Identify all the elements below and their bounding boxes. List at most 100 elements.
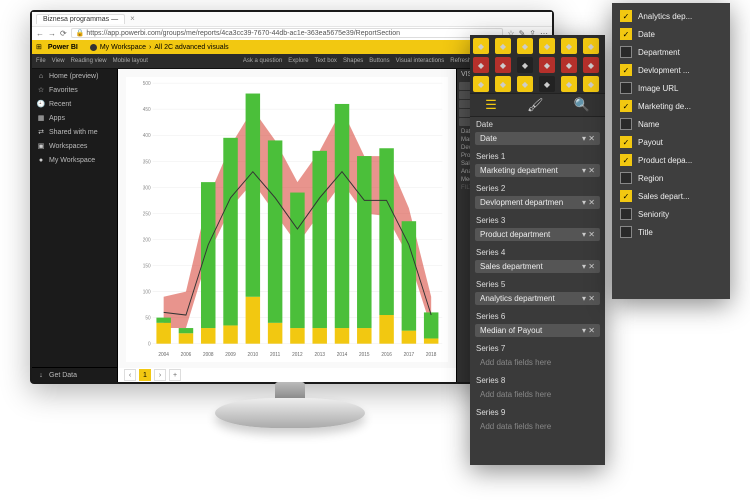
- fields-tab-icon[interactable]: ☰: [485, 97, 497, 113]
- format-tab-icon[interactable]: 🖌: [527, 97, 544, 113]
- chevron-down-icon[interactable]: ▾ ✕: [582, 198, 595, 207]
- nav-item[interactable]: ●My Workspace: [32, 153, 117, 167]
- field-list-item[interactable]: Title: [612, 223, 730, 241]
- field-well-value[interactable]: Analytics department▾ ✕: [475, 292, 600, 305]
- viz-gallery-icon[interactable]: ◆: [473, 38, 489, 54]
- field-list-item[interactable]: Seniority: [612, 205, 730, 223]
- field-well-value[interactable]: Add data fields here: [475, 420, 600, 433]
- viz-gallery-icon[interactable]: ◆: [517, 57, 533, 73]
- viz-gallery-icon[interactable]: ◆: [517, 38, 533, 54]
- refresh-icon[interactable]: ⟳: [60, 29, 67, 38]
- viz-gallery-icon[interactable]: ◆: [495, 57, 511, 73]
- add-page-button[interactable]: +: [169, 369, 181, 381]
- explore-button[interactable]: Explore: [288, 58, 308, 64]
- nav-item[interactable]: 🕘Recent: [32, 97, 117, 111]
- viz-gallery-icon[interactable]: ◆: [561, 76, 577, 92]
- analytics-tab-icon[interactable]: 🔍: [574, 97, 590, 113]
- field-list-item[interactable]: ✓Analytics dep...: [612, 7, 730, 25]
- mobile-layout-button[interactable]: Mobile layout: [113, 58, 148, 64]
- field-list-item[interactable]: ✓Sales depart...: [612, 187, 730, 205]
- nav-item[interactable]: ⇄Shared with me: [32, 125, 117, 139]
- checkbox-icon[interactable]: [620, 226, 632, 238]
- tab-close-icon[interactable]: ×: [127, 14, 138, 23]
- url-bar[interactable]: 🔒 https://app.powerbi.com/groups/me/repo…: [71, 28, 504, 38]
- checkbox-icon[interactable]: ✓: [620, 190, 632, 202]
- nav-item[interactable]: ▦Apps: [32, 111, 117, 125]
- chevron-down-icon[interactable]: ▾ ✕: [582, 230, 595, 239]
- checkbox-icon[interactable]: ✓: [620, 64, 632, 76]
- viz-gallery-icon[interactable]: ◆: [561, 57, 577, 73]
- chevron-down-icon[interactable]: ▾ ✕: [582, 166, 595, 175]
- viz-gallery-icon[interactable]: ◆: [583, 38, 599, 54]
- nav-item[interactable]: ⌂Home (preview): [32, 69, 117, 83]
- file-menu[interactable]: File: [36, 58, 46, 64]
- page-1-button[interactable]: 1: [139, 369, 151, 381]
- field-list-item[interactable]: ✓Date: [612, 25, 730, 43]
- view-menu[interactable]: View: [52, 58, 65, 64]
- checkbox-icon[interactable]: ✓: [620, 136, 632, 148]
- field-list-item[interactable]: ✓Payout: [612, 133, 730, 151]
- checkbox-icon[interactable]: ✓: [620, 100, 632, 112]
- field-label: Image URL: [638, 84, 678, 93]
- prev-page-button[interactable]: ‹: [124, 369, 136, 381]
- field-list-item[interactable]: Department: [612, 43, 730, 61]
- viz-gallery-icon[interactable]: ◆: [539, 76, 555, 92]
- checkbox-icon[interactable]: [620, 172, 632, 184]
- refresh-button[interactable]: Refresh: [450, 58, 471, 64]
- field-well-value[interactable]: Product department▾ ✕: [475, 228, 600, 241]
- chevron-down-icon[interactable]: ▾ ✕: [582, 294, 595, 303]
- checkbox-icon[interactable]: ✓: [620, 154, 632, 166]
- waffle-icon[interactable]: ⊞: [36, 43, 42, 51]
- workspace-crumb[interactable]: My Workspace: [100, 44, 146, 51]
- checkbox-icon[interactable]: [620, 46, 632, 58]
- nav-item[interactable]: ▣Workspaces: [32, 139, 117, 153]
- viz-gallery-icon[interactable]: ◆: [561, 38, 577, 54]
- chevron-down-icon[interactable]: ▾ ✕: [582, 134, 595, 143]
- checkbox-icon[interactable]: ✓: [620, 10, 632, 22]
- get-data-button[interactable]: ↓Get Data: [32, 367, 117, 382]
- report-canvas[interactable]: 0501001502002503003504004505002004200620…: [118, 69, 456, 382]
- field-well-value[interactable]: Marketing department▾ ✕: [475, 164, 600, 177]
- field-list-item[interactable]: Region: [612, 169, 730, 187]
- back-icon[interactable]: ←: [36, 29, 44, 38]
- field-list-item[interactable]: Image URL: [612, 79, 730, 97]
- forward-icon[interactable]: →: [48, 29, 56, 38]
- checkbox-icon[interactable]: [620, 82, 632, 94]
- shapes-button[interactable]: Shapes: [343, 58, 363, 64]
- viz-gallery-icon[interactable]: ◆: [539, 38, 555, 54]
- field-well-value[interactable]: Median of Payout▾ ✕: [475, 324, 600, 337]
- field-well-value[interactable]: Sales department▾ ✕: [475, 260, 600, 273]
- next-page-button[interactable]: ›: [154, 369, 166, 381]
- viz-gallery-icon[interactable]: ◆: [583, 76, 599, 92]
- checkbox-icon[interactable]: [620, 208, 632, 220]
- chevron-down-icon[interactable]: ▾ ✕: [582, 326, 595, 335]
- field-list-item[interactable]: ✓Marketing de...: [612, 97, 730, 115]
- viz-gallery-icon[interactable]: ◆: [495, 76, 511, 92]
- checkbox-icon[interactable]: [620, 118, 632, 130]
- combo-chart-visual[interactable]: 0501001502002503003504004505002004200620…: [126, 77, 448, 362]
- checkbox-icon[interactable]: ✓: [620, 28, 632, 40]
- browser-tab[interactable]: Biznesa programmas —: [36, 14, 125, 24]
- viz-gallery-icon[interactable]: ◆: [517, 76, 533, 92]
- chevron-down-icon[interactable]: ▾ ✕: [582, 262, 595, 271]
- viz-gallery-icon[interactable]: ◆: [473, 57, 489, 73]
- field-list-item[interactable]: Name: [612, 115, 730, 133]
- field-well-value[interactable]: Date▾ ✕: [475, 132, 600, 145]
- visual-interactions-button[interactable]: Visual interactions: [396, 58, 445, 64]
- textbox-button[interactable]: Text box: [315, 58, 337, 64]
- viz-gallery-icon[interactable]: ◆: [495, 38, 511, 54]
- viz-gallery-icon[interactable]: ◆: [473, 76, 489, 92]
- field-list-item[interactable]: ✓Devlopment ...: [612, 61, 730, 79]
- viz-gallery-icon[interactable]: ◆: [539, 57, 555, 73]
- field-list-item[interactable]: ✓Product depa...: [612, 151, 730, 169]
- reading-view-button[interactable]: Reading view: [71, 58, 107, 64]
- viz-gallery-icon[interactable]: ◆: [583, 57, 599, 73]
- ask-question-button[interactable]: Ask a question: [243, 58, 282, 64]
- nav-item[interactable]: ☆Favorites: [32, 83, 117, 97]
- field-well-value[interactable]: Add data fields here: [475, 356, 600, 369]
- nav-label: Shared with me: [49, 129, 98, 136]
- buttons-button[interactable]: Buttons: [369, 58, 389, 64]
- field-well-value[interactable]: Add data fields here: [475, 388, 600, 401]
- field-well-value[interactable]: Devlopment departmen▾ ✕: [475, 196, 600, 209]
- report-crumb[interactable]: All 2C advanced visuals: [154, 44, 228, 51]
